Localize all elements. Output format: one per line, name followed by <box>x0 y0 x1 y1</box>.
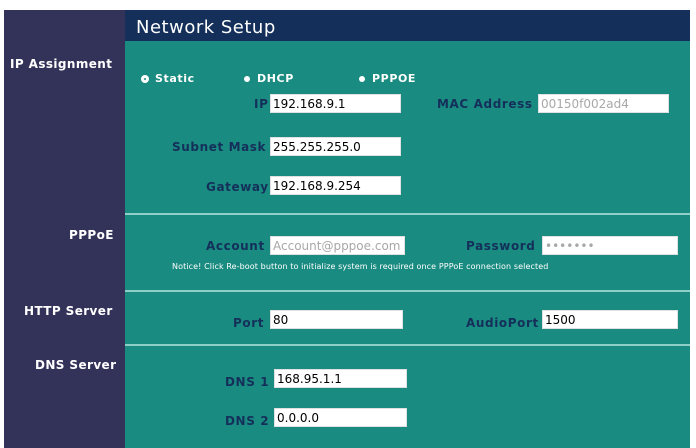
password-input <box>542 236 678 255</box>
dns1-label: DNS 1 <box>225 375 270 389</box>
mac-address-label: MAC Address <box>437 97 533 111</box>
radio-pppoe-label: PPPOE <box>372 72 417 85</box>
ip-label: IP <box>254 97 269 111</box>
radio-pppoe[interactable]: PPPOE <box>359 72 416 85</box>
section-label-ip-assignment: IP Assignment <box>10 57 113 71</box>
section-divider <box>125 290 690 292</box>
account-label: Account <box>206 239 265 253</box>
section-divider <box>125 213 690 215</box>
subnet-mask-label: Subnet Mask <box>172 140 267 154</box>
radio-unselected-icon <box>359 75 365 82</box>
pppoe-notice: Notice! Click Re-boot button to initiali… <box>172 262 549 271</box>
port-input[interactable] <box>270 310 403 329</box>
radio-selected-icon <box>142 75 148 82</box>
page-title: Network Setup <box>136 17 276 38</box>
section-divider <box>125 344 690 346</box>
radio-dhcp[interactable]: DHCP <box>244 72 294 85</box>
radio-static[interactable]: Static <box>142 72 195 85</box>
dns1-input[interactable] <box>274 369 407 388</box>
gateway-input[interactable] <box>270 176 401 195</box>
radio-dhcp-label: DHCP <box>257 72 294 85</box>
account-input <box>270 236 405 255</box>
gateway-label: Gateway <box>206 180 269 194</box>
section-label-http-server: HTTP Server <box>24 304 113 318</box>
audio-port-input[interactable] <box>542 310 678 329</box>
section-label-dns-server: DNS Server <box>35 358 117 372</box>
section-label-pppoe: PPPoE <box>69 228 114 242</box>
port-label: Port <box>233 316 265 330</box>
password-label: Password <box>466 239 536 253</box>
dns2-input[interactable] <box>274 408 407 427</box>
ip-input[interactable] <box>270 94 401 113</box>
dns2-label: DNS 2 <box>225 414 270 428</box>
audio-port-label: AudioPort <box>466 316 539 330</box>
subnet-mask-input[interactable] <box>270 137 401 156</box>
radio-static-label: Static <box>155 72 195 85</box>
mac-address-input <box>538 94 669 113</box>
radio-unselected-icon <box>244 75 250 82</box>
